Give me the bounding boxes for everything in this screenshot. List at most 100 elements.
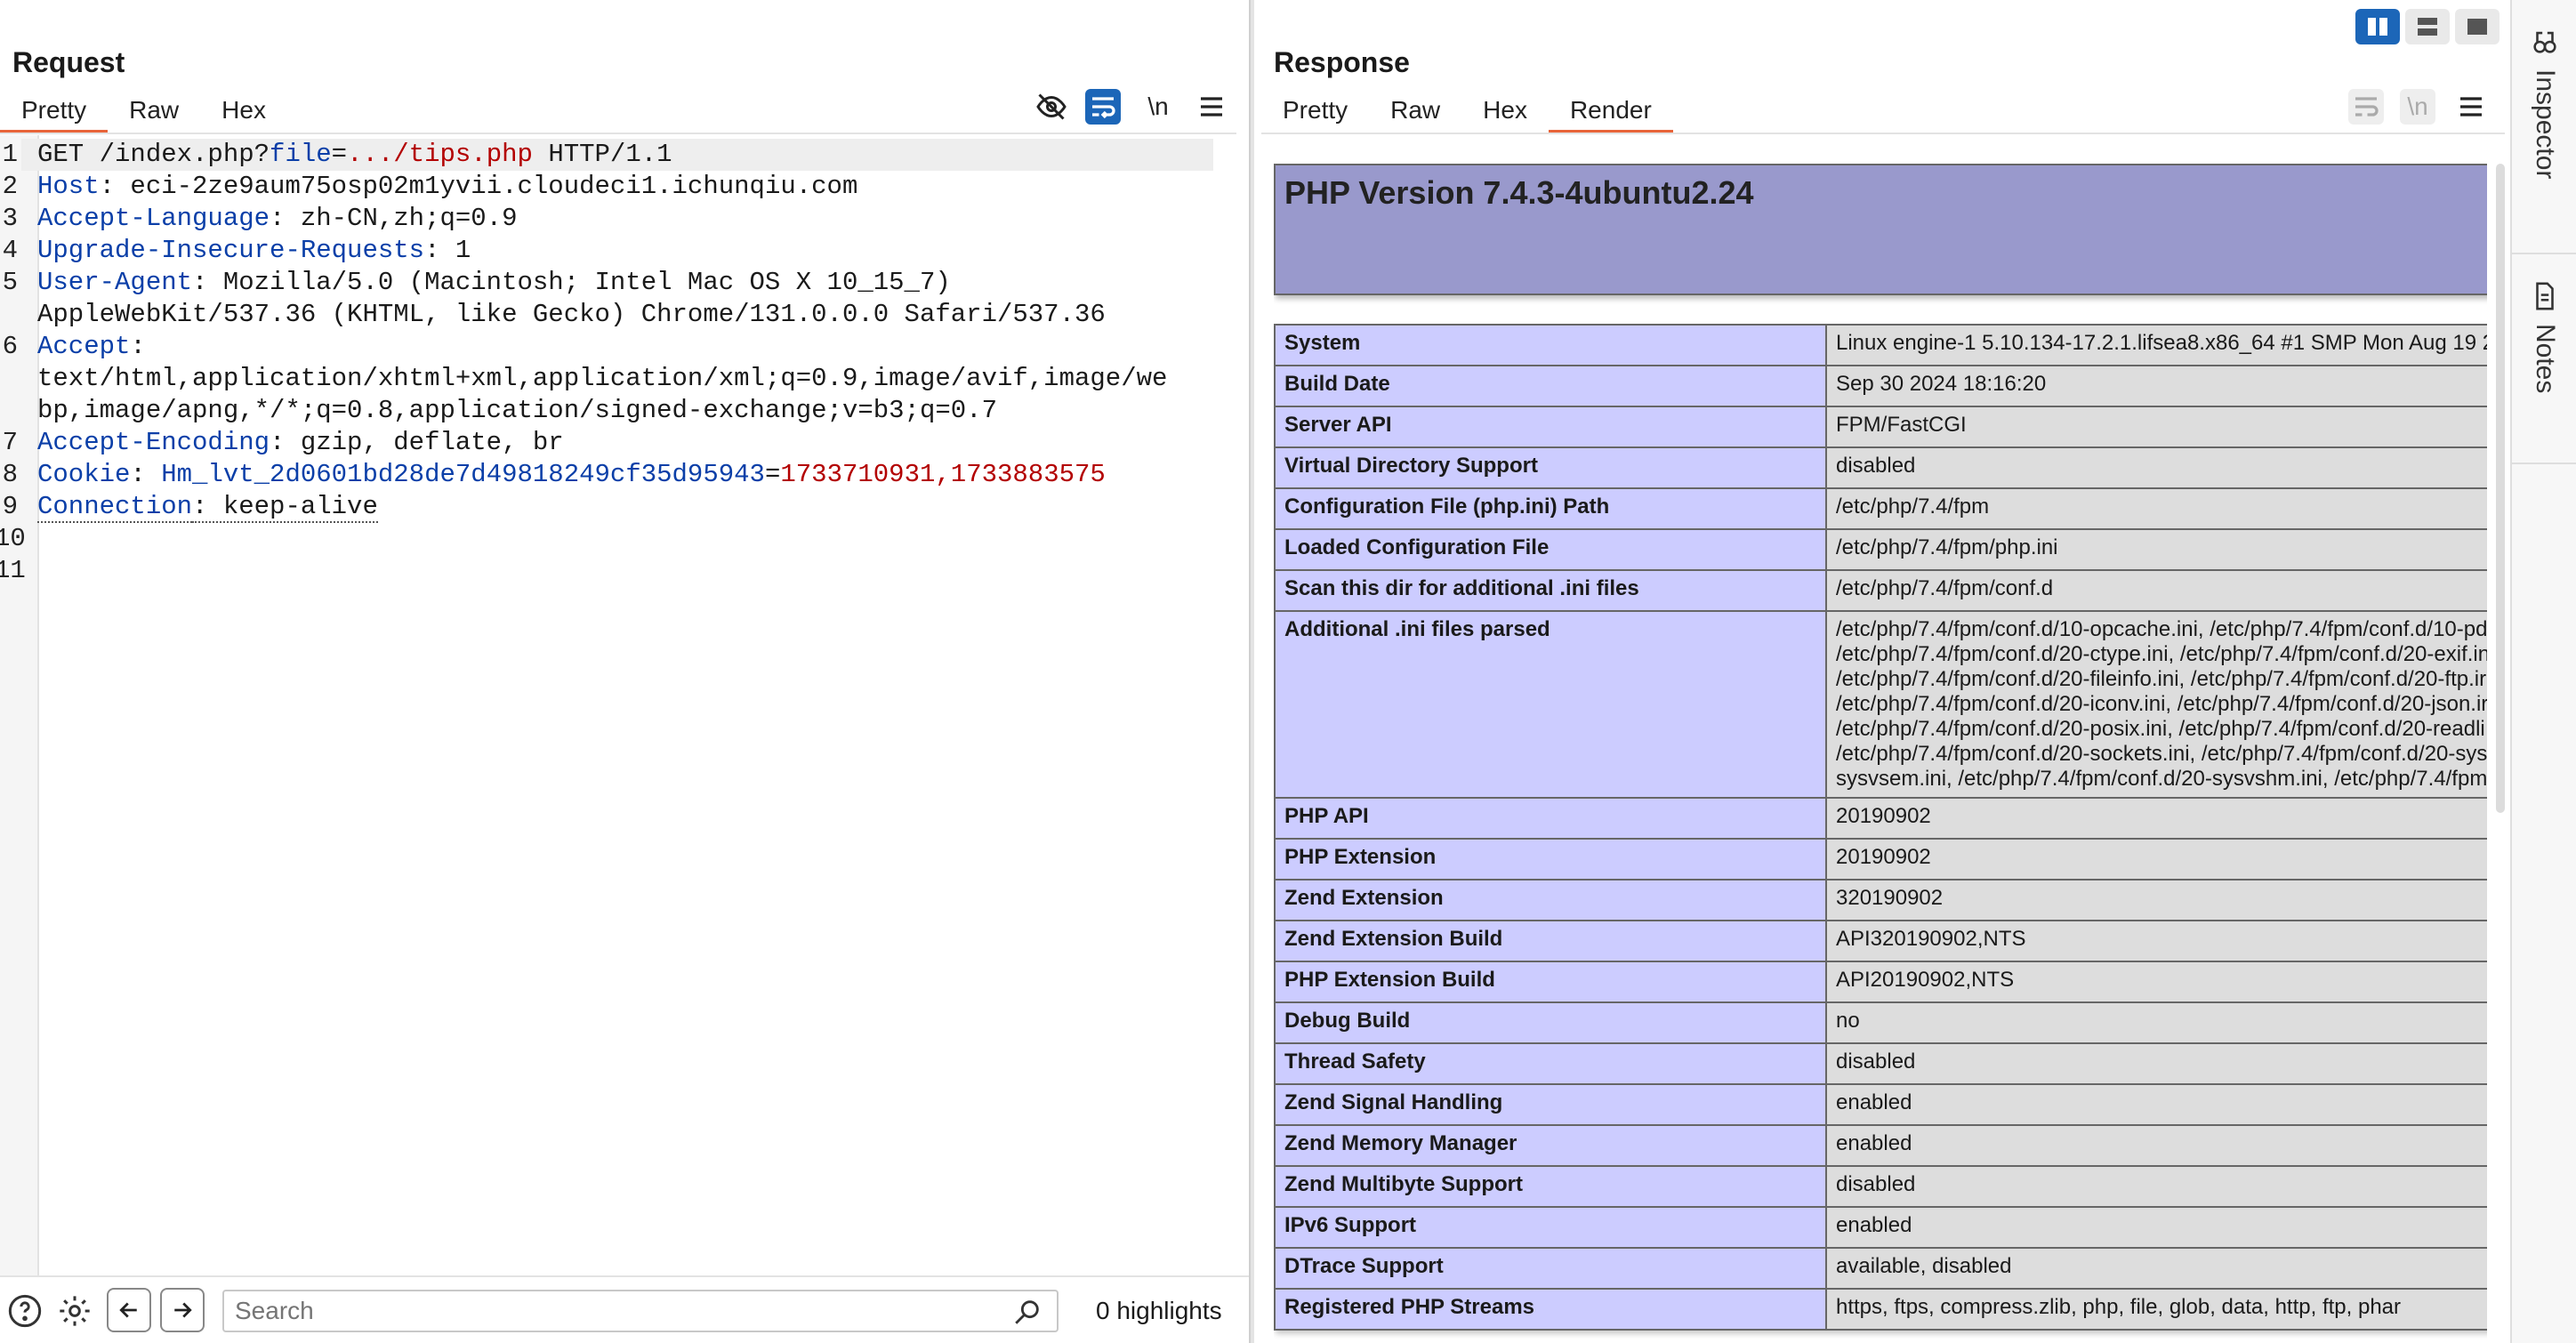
code-line[interactable]: 1 GET /index.php?file=.../tips.php HTTP/1… — [0, 139, 1231, 171]
php-info-value-line: /etc/php/7.4/fpm/php.ini — [1836, 535, 2487, 560]
code-line[interactable]: AppleWebKit/537.36 (KHTML, like Gecko) C… — [0, 299, 1231, 331]
request-tab-pretty[interactable]: Pretty — [0, 92, 108, 133]
php-info-value: API20190902,NTS — [1826, 961, 2487, 1002]
search-input[interactable] — [222, 1290, 1059, 1332]
php-info-value-line: available, disabled — [1836, 1254, 2487, 1279]
php-info-key: PHP Extension — [1275, 839, 1826, 880]
request-editor[interactable]: 1 GET /index.php?file=.../tips.php HTTP/1… — [0, 139, 1231, 587]
code-line[interactable]: bp,image/apng,*/*;q=0.8,application/sign… — [0, 395, 1231, 427]
code-line[interactable]: text/html,application/xhtml+xml,applicat… — [0, 363, 1231, 395]
request-tab-raw[interactable]: Raw — [108, 92, 200, 133]
php-info-value: no — [1826, 1002, 2487, 1043]
line-text — [21, 523, 37, 555]
code-line[interactable]: 2 Host: eci-2ze9aum75osp02m1yvii.cloudeci… — [0, 171, 1231, 203]
php-info-value: disabled — [1826, 447, 2487, 488]
php-info-value: API320190902,NTS — [1826, 921, 2487, 961]
response-scrollbar[interactable] — [2496, 164, 2505, 813]
php-info-key: Zend Multibyte Support — [1275, 1166, 1826, 1207]
code-token: User-Agent — [37, 268, 192, 297]
code-token: file — [270, 140, 332, 169]
wrap-lines-icon[interactable] — [1085, 89, 1121, 125]
code-line[interactable]: 11 — [0, 555, 1231, 587]
php-info-key: IPv6 Support — [1275, 1207, 1826, 1248]
php-info-key: Additional .ini files parsed — [1275, 611, 1826, 798]
php-info-value: available, disabled — [1826, 1248, 2487, 1289]
response-tab-pretty[interactable]: Pretty — [1261, 92, 1369, 133]
code-token: .../tips.php — [347, 140, 533, 169]
code-token: : gzip, deflate, br — [270, 428, 564, 457]
request-tabs: Pretty Raw Hex — [0, 92, 287, 133]
php-info-value-line: enabled — [1836, 1090, 2487, 1115]
php-info-value-line: API20190902,NTS — [1836, 968, 2487, 993]
search-icon[interactable] — [1012, 1297, 1042, 1327]
line-text: bp,image/apng,*/*;q=0.8,application/sign… — [21, 395, 997, 427]
php-info-row: PHP API 20190902 — [1275, 798, 2487, 839]
php-info-row: Zend Extension Build API320190902,NTS — [1275, 921, 2487, 961]
layout-toggle-group — [2355, 9, 2500, 44]
code-token: Accept — [37, 332, 130, 361]
php-info-key: DTrace Support — [1275, 1248, 1826, 1289]
line-text: Connection: keep-alive — [21, 491, 378, 523]
code-line[interactable]: 4 Upgrade-Insecure-Requests: 1 — [0, 235, 1231, 267]
php-info-row: Build Date Sep 30 2024 18:16:20 — [1275, 366, 2487, 406]
php-info-value-line: /etc/php/7.4/fpm/conf.d/20-fileinfo.ini,… — [1836, 667, 2487, 692]
php-info-header: PHP Version 7.4.3-4ubuntu2.24 — [1274, 164, 2487, 295]
code-line[interactable]: 7 Accept-Encoding: gzip, deflate, br — [0, 427, 1231, 459]
code-token: = — [332, 140, 347, 169]
request-tab-hex[interactable]: Hex — [200, 92, 287, 133]
php-info-value-line: 20190902 — [1836, 845, 2487, 870]
code-line[interactable]: 9 Connection: keep-alive — [0, 491, 1231, 523]
layout-side-by-side-icon[interactable] — [2355, 9, 2400, 44]
php-info-key: Configuration File (php.ini) Path — [1275, 488, 1826, 529]
php-info-key: Scan this dir for additional .ini files — [1275, 570, 1826, 611]
response-tab-raw[interactable]: Raw — [1369, 92, 1461, 133]
code-line[interactable]: 6 Accept: — [0, 331, 1231, 363]
code-line[interactable]: 10 — [0, 523, 1231, 555]
help-icon[interactable] — [4, 1290, 46, 1332]
code-line[interactable]: 8 Cookie: Hm_lvt_2d0601bd28de7d49818249cf… — [0, 459, 1231, 491]
php-info-row: Virtual Directory Support disabled — [1275, 447, 2487, 488]
hide-non-printable-icon[interactable] — [1032, 87, 1071, 126]
layout-single-icon[interactable] — [2455, 9, 2500, 44]
php-info-value: enabled — [1826, 1084, 2487, 1125]
php-info-value-line: /etc/php/7.4/fpm/conf.d/20-iconv.ini, /e… — [1836, 692, 2487, 717]
notes-panel-toggle[interactable]: Notes — [2512, 254, 2576, 464]
php-info-value-line: FPM/FastCGI — [1836, 413, 2487, 438]
php-info-value: 20190902 — [1826, 798, 2487, 839]
inspector-icon — [2530, 27, 2560, 57]
line-number: 11 — [0, 555, 21, 587]
php-info-value-line: no — [1836, 1009, 2487, 1033]
code-token: : eci-2ze9aum75osp02m1yvii.cloudeci1.ich… — [100, 172, 858, 201]
inspector-label: Inspector — [2530, 69, 2560, 179]
layout-stacked-icon[interactable] — [2405, 9, 2450, 44]
php-info-value-line: 20190902 — [1836, 804, 2487, 829]
php-info-row: DTrace Support available, disabled — [1275, 1248, 2487, 1289]
show-newlines-disabled-icon: \n — [2400, 89, 2435, 125]
response-tab-divider — [1261, 133, 2505, 134]
php-info-value-line: disabled — [1836, 1172, 2487, 1197]
php-info-value-line: https, ftps, compress.zlib, php, file, g… — [1836, 1295, 2487, 1320]
show-newlines-icon[interactable]: \n — [1139, 87, 1178, 126]
response-menu-icon[interactable] — [2451, 87, 2491, 126]
response-tab-hex[interactable]: Hex — [1461, 92, 1549, 133]
php-info-value: Linux engine-1 5.10.134-17.2.1.lifsea8.x… — [1826, 325, 2487, 366]
php-info-row: Server API FPM/FastCGI — [1275, 406, 2487, 447]
inspector-panel-toggle[interactable]: Inspector — [2512, 0, 2576, 254]
response-tab-render[interactable]: Render — [1549, 92, 1673, 133]
code-line[interactable]: 3 Accept-Language: zh-CN,zh;q=0.9 — [0, 203, 1231, 235]
code-token: Accept-Language — [37, 204, 270, 233]
code-line[interactable]: 5 User-Agent: Mozilla/5.0 (Macintosh; Int… — [0, 267, 1231, 299]
previous-arrow-icon[interactable] — [107, 1288, 151, 1332]
php-info-table: System Linux engine-1 5.10.134-17.2.1.lif… — [1274, 324, 2487, 1331]
php-info-value-line: /etc/php/7.4/fpm — [1836, 495, 2487, 519]
next-arrow-icon[interactable] — [160, 1288, 205, 1332]
code-token: : — [130, 332, 145, 361]
line-number: 7 — [0, 427, 21, 459]
php-info-value-line: Sep 30 2024 18:16:20 — [1836, 372, 2487, 397]
settings-gear-icon[interactable] — [53, 1290, 96, 1332]
php-info-key: Debug Build — [1275, 1002, 1826, 1043]
line-text: text/html,application/xhtml+xml,applicat… — [21, 363, 1167, 395]
php-info-key: Build Date — [1275, 366, 1826, 406]
request-menu-icon[interactable] — [1192, 87, 1231, 126]
line-text: Accept-Encoding: gzip, deflate, br — [21, 427, 564, 459]
